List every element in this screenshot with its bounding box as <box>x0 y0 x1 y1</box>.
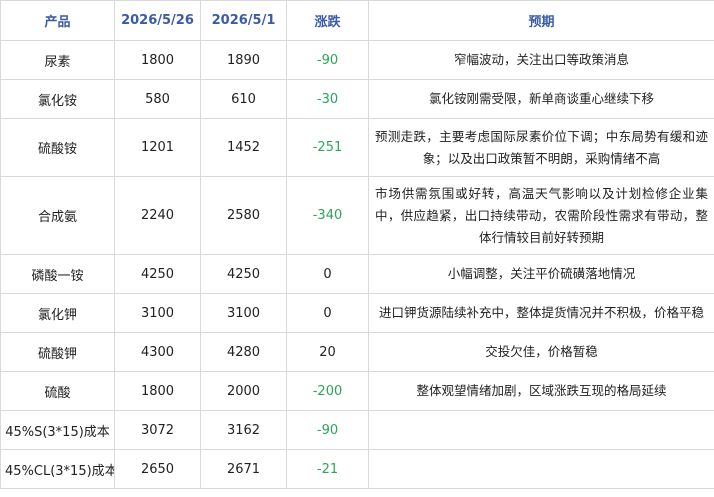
outlook-cell <box>368 449 714 489</box>
price-cell-date1: 580 <box>114 79 201 119</box>
price-cell-date1: 4300 <box>114 332 201 372</box>
outlook-cell: 窄幅波动，关注出口等政策消息 <box>368 40 714 80</box>
price-cell-date1: 3072 <box>114 410 201 450</box>
header-outlook: 预期 <box>368 0 714 41</box>
price-cell-date1: 1800 <box>114 371 201 411</box>
product-cell: 硫酸钾 <box>0 332 115 372</box>
table-row: 尿素 1800 1890 -90 窄幅波动，关注出口等政策消息 <box>0 40 714 80</box>
change-cell: -200 <box>286 371 369 411</box>
header-row: 产品 2026/5/26 2026/5/1 涨跌 预期 <box>0 0 714 41</box>
change-cell: 0 <box>286 293 369 333</box>
product-cell: 45%S(3*15)成本 <box>0 410 115 450</box>
header-change: 涨跌 <box>286 0 369 41</box>
change-cell: 20 <box>286 332 369 372</box>
table-row: 氯化钾 3100 3100 0 进口钾货源陆续补充中，整体提货情况并不积极，价格… <box>0 293 714 333</box>
change-cell: -21 <box>286 449 369 489</box>
change-cell: -90 <box>286 410 369 450</box>
table-row: 硫酸铵 1201 1452 -251 预测走跌，主要考虑国际尿素价位下调；中东局… <box>0 118 714 177</box>
table-row: 硫酸 1800 2000 -200 整体观望情绪加剧，区域涨跌互现的格局延续 <box>0 371 714 411</box>
product-cell: 尿素 <box>0 40 115 80</box>
outlook-cell: 整体观望情绪加剧，区域涨跌互现的格局延续 <box>368 371 714 411</box>
price-cell-date1: 1201 <box>114 118 201 177</box>
price-cell-date2: 2000 <box>200 371 287 411</box>
product-cell: 硫酸铵 <box>0 118 115 177</box>
price-cell-date2: 2671 <box>200 449 287 489</box>
price-cell-date1: 1800 <box>114 40 201 80</box>
table-row: 合成氨 2240 2580 -340 市场供需氛围或好转，高温天气影响以及计划检… <box>0 176 714 255</box>
outlook-cell: 小幅调整，关注平价硫磺落地情况 <box>368 254 714 294</box>
product-cell: 氯化铵 <box>0 79 115 119</box>
price-cell-date2: 1890 <box>200 40 287 80</box>
change-cell: -90 <box>286 40 369 80</box>
price-cell-date1: 3100 <box>114 293 201 333</box>
price-cell-date2: 3100 <box>200 293 287 333</box>
table-row: 氯化铵 580 610 -30 氯化铵刚需受限，新单商谈重心继续下移 <box>0 79 714 119</box>
table-row: 45%CL(3*15)成本 2650 2671 -21 <box>0 449 714 489</box>
header-date2: 2026/5/1 <box>200 0 287 41</box>
outlook-cell <box>368 410 714 450</box>
price-cell-date2: 3162 <box>200 410 287 450</box>
outlook-cell: 进口钾货源陆续补充中，整体提货情况并不积极，价格平稳 <box>368 293 714 333</box>
price-cell-date2: 4280 <box>200 332 287 372</box>
product-cell: 磷酸一铵 <box>0 254 115 294</box>
change-cell: 0 <box>286 254 369 294</box>
outlook-cell: 市场供需氛围或好转，高温天气影响以及计划检修企业集中，供应趋紧，出口持续带动，农… <box>368 176 714 255</box>
outlook-cell: 预测走跌，主要考虑国际尿素价位下调；中东局势有缓和迹象；以及出口政策暂不明朗，采… <box>368 118 714 177</box>
header-date1: 2026/5/26 <box>114 0 201 41</box>
change-cell: -340 <box>286 176 369 255</box>
table-row: 磷酸一铵 4250 4250 0 小幅调整，关注平价硫磺落地情况 <box>0 254 714 294</box>
product-cell: 合成氨 <box>0 176 115 255</box>
price-cell-date2: 4250 <box>200 254 287 294</box>
change-cell: -251 <box>286 118 369 177</box>
fertilizer-price-table: 产品 2026/5/26 2026/5/1 涨跌 预期 尿素 1800 1890… <box>0 0 714 489</box>
price-cell-date2: 610 <box>200 79 287 119</box>
price-cell-date2: 2580 <box>200 176 287 255</box>
outlook-cell: 交投欠佳，价格暂稳 <box>368 332 714 372</box>
price-cell-date2: 1452 <box>200 118 287 177</box>
outlook-cell: 氯化铵刚需受限，新单商谈重心继续下移 <box>368 79 714 119</box>
table-row: 45%S(3*15)成本 3072 3162 -90 <box>0 410 714 450</box>
price-cell-date1: 2240 <box>114 176 201 255</box>
price-cell-date1: 4250 <box>114 254 201 294</box>
change-cell: -30 <box>286 79 369 119</box>
price-cell-date1: 2650 <box>114 449 201 489</box>
table-row: 硫酸钾 4300 4280 20 交投欠佳，价格暂稳 <box>0 332 714 372</box>
product-cell: 硫酸 <box>0 371 115 411</box>
product-cell: 45%CL(3*15)成本 <box>0 449 115 489</box>
header-product: 产品 <box>0 0 115 41</box>
product-cell: 氯化钾 <box>0 293 115 333</box>
